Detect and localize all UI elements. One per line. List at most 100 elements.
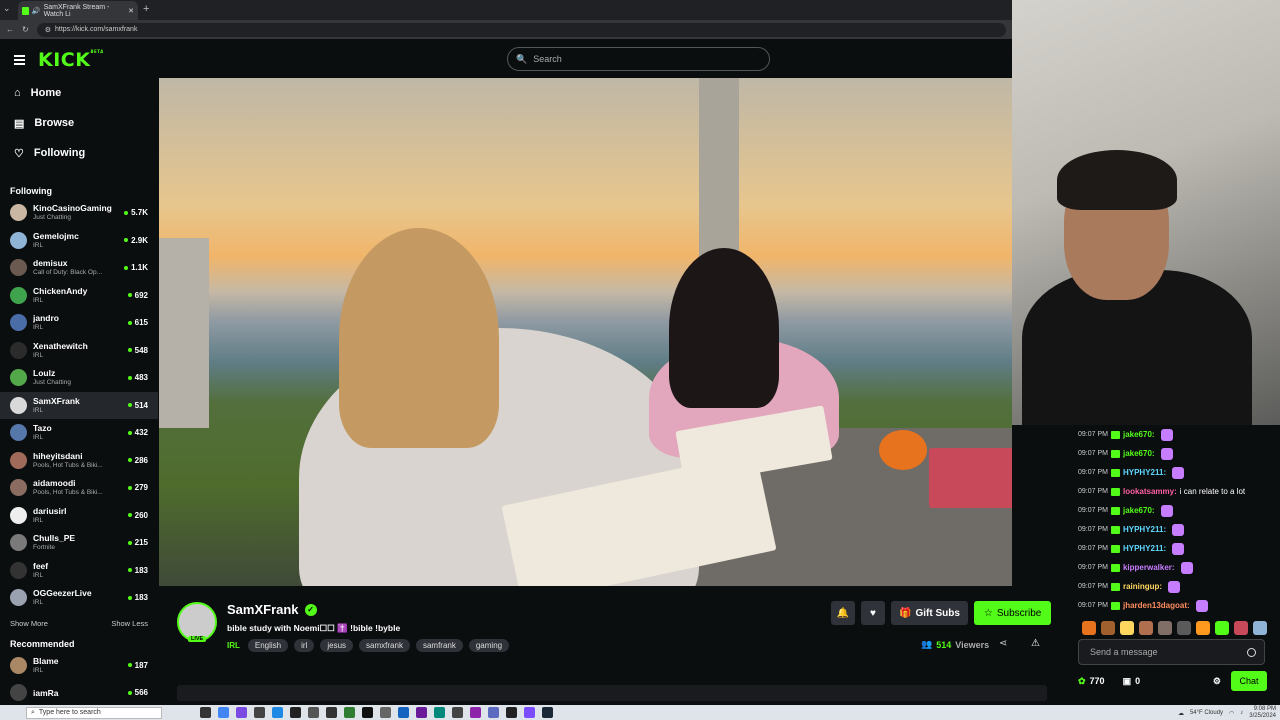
- sidebar-channel-blame[interactable]: Blame IRL 187: [0, 652, 158, 680]
- channel-points[interactable]: 770: [1090, 676, 1105, 686]
- gift-subs-button[interactable]: 🎁 Gift Subs: [891, 601, 968, 625]
- app-icon[interactable]: [542, 707, 553, 718]
- tag-jesus[interactable]: jesus: [320, 639, 354, 652]
- sidebar-channel-chickenandy[interactable]: ChickenAndy IRL 692: [0, 282, 158, 310]
- chat-username[interactable]: HYPHY211:: [1123, 468, 1166, 477]
- emote-icon[interactable]: [1196, 621, 1210, 635]
- emote-icon[interactable]: [1139, 621, 1153, 635]
- sidebar-channel-xenathewitch[interactable]: Xenathewitch IRL 548: [0, 337, 158, 365]
- hamburger-menu-icon[interactable]: [14, 55, 25, 67]
- back-icon[interactable]: ←: [6, 25, 14, 34]
- tag-english[interactable]: English: [247, 639, 289, 652]
- app-icon[interactable]: [218, 707, 229, 718]
- chat-username[interactable]: jake670:: [1123, 430, 1155, 439]
- app-icon[interactable]: [200, 707, 211, 718]
- app-icon[interactable]: [452, 707, 463, 718]
- show-less-link[interactable]: Show Less: [111, 619, 148, 628]
- emote-icon[interactable]: [1082, 621, 1096, 635]
- app-icon[interactable]: [470, 707, 481, 718]
- emote-icon[interactable]: [1120, 621, 1134, 635]
- app-icon[interactable]: [398, 707, 409, 718]
- sidebar-channel-feef[interactable]: feef IRL 183: [0, 557, 158, 585]
- clock[interactable]: 9:08 PM 3/25/2024: [1249, 706, 1276, 720]
- app-icon[interactable]: [344, 707, 355, 718]
- viewers-icon: 👥: [921, 639, 933, 649]
- emote-icon: [1160, 447, 1173, 460]
- share-icon[interactable]: ⋖: [999, 638, 1007, 649]
- sidebar-channel-chulls_pe[interactable]: Chulls_PE Fortnite 215: [0, 529, 158, 557]
- site-info-icon[interactable]: ⚙: [45, 26, 51, 34]
- chat-username[interactable]: rainingup:: [1123, 582, 1162, 591]
- chat-username[interactable]: kipperwalker:: [1123, 563, 1175, 572]
- app-icon[interactable]: [362, 707, 373, 718]
- chat-send-button[interactable]: Chat: [1231, 671, 1267, 691]
- sidebar-channel-hiheyitsdani[interactable]: hiheyitsdani Pools, Hot Tubs & Biki... 286: [0, 447, 158, 475]
- app-icon[interactable]: [308, 707, 319, 718]
- new-tab-icon[interactable]: +: [143, 3, 149, 15]
- app-icon[interactable]: [290, 707, 301, 718]
- tag-samfrank[interactable]: samfrank: [415, 639, 463, 652]
- report-warning-icon[interactable]: ⚠: [1031, 638, 1040, 649]
- volume-icon[interactable]: ♪: [1240, 710, 1243, 716]
- category-link[interactable]: IRL: [227, 641, 240, 650]
- app-icon[interactable]: [434, 707, 445, 718]
- sidebar-channel-dariusirl[interactable]: dariusirl IRL 260: [0, 502, 158, 530]
- subscribe-button[interactable]: ☆ Subscribe: [973, 601, 1052, 625]
- sidebar-channel-iamra[interactable]: iamRa 566: [0, 679, 158, 707]
- reload-icon[interactable]: ↻: [22, 25, 29, 34]
- chat-settings-icon[interactable]: ⚙: [1213, 676, 1221, 687]
- chat-username[interactable]: HYPHY211:: [1123, 525, 1166, 534]
- browser-tab[interactable]: 🔊 SamXFrank Stream - Watch Li ✕: [18, 1, 138, 20]
- nav-following[interactable]: ♡ Following: [0, 138, 158, 168]
- chat-username[interactable]: HYPHY211:: [1123, 544, 1166, 553]
- sidebar-channel-tazo[interactable]: Tazo IRL 432: [0, 419, 158, 447]
- kick-logo[interactable]: KICKBETA: [38, 49, 104, 71]
- app-icon[interactable]: [236, 707, 247, 718]
- chat-username[interactable]: jharden13dagoat:: [1123, 601, 1190, 610]
- chat-username[interactable]: jake670:: [1123, 449, 1155, 458]
- notification-bell-button[interactable]: 🔔: [831, 601, 855, 625]
- wifi-icon[interactable]: ◠: [1229, 710, 1234, 717]
- url-input[interactable]: ⚙ https://kick.com/samxfrank: [36, 22, 1006, 37]
- chat-username[interactable]: lookatsammy:: [1123, 487, 1177, 496]
- emote-icon[interactable]: [1234, 621, 1248, 635]
- emote-icon[interactable]: [1253, 621, 1267, 635]
- sidebar-channel-samxfrank[interactable]: SamXFrank IRL 514: [0, 391, 158, 419]
- tag-samxfrank[interactable]: samxfrank: [359, 639, 410, 652]
- emote-icon[interactable]: [1101, 621, 1115, 635]
- sidebar-channel-aidamoodi[interactable]: aidamoodi Pools, Hot Tubs & Biki... 279: [0, 474, 158, 502]
- tag-irl[interactable]: irl: [294, 639, 315, 652]
- sidebar-channel-oggeezerlive[interactable]: OGGeezerLive IRL 183: [0, 584, 158, 612]
- app-icon[interactable]: [272, 707, 283, 718]
- tab-list-icon[interactable]: ⌄: [3, 3, 11, 14]
- weather-text[interactable]: 54°F Cloudy: [1190, 710, 1223, 716]
- emote-icon[interactable]: [1158, 621, 1172, 635]
- close-tab-icon[interactable]: ✕: [128, 7, 134, 15]
- chat-username[interactable]: jake670:: [1123, 506, 1155, 515]
- app-icon[interactable]: [488, 707, 499, 718]
- app-icon[interactable]: [380, 707, 391, 718]
- app-icon[interactable]: [524, 707, 535, 718]
- sidebar-channel-gemelojmc[interactable]: Gemelojmc IRL 2.9K: [0, 227, 158, 255]
- sidebar-channel-demisux[interactable]: demisux Call of Duty: Black Op... 1.1K: [0, 254, 158, 282]
- sidebar-channel-jandro[interactable]: jandro IRL 615: [0, 309, 158, 337]
- follow-heart-button[interactable]: ♥: [861, 601, 885, 625]
- emote-icon[interactable]: [1215, 621, 1229, 635]
- app-icon[interactable]: [326, 707, 337, 718]
- app-icon[interactable]: [254, 707, 265, 718]
- streamer-name[interactable]: SamXFrank: [227, 602, 299, 617]
- chat-message-input[interactable]: Send a message: [1078, 639, 1265, 665]
- taskbar-search-input[interactable]: ⌕ Type here to search: [26, 706, 162, 719]
- video-player[interactable]: [159, 78, 1012, 586]
- app-icon[interactable]: [506, 707, 517, 718]
- sidebar-channel-kinocasinogaming[interactable]: KinoCasinoGaming Just Chatting 5.7K: [0, 199, 158, 227]
- app-icon[interactable]: [416, 707, 427, 718]
- search-input[interactable]: 🔍 Search: [507, 47, 770, 71]
- show-more-link[interactable]: Show More: [10, 619, 48, 628]
- sidebar-channel-loulz[interactable]: Loulz Just Chatting 483: [0, 364, 158, 392]
- emote-icon[interactable]: [1177, 621, 1191, 635]
- nav-browse[interactable]: ▤ Browse: [0, 108, 158, 138]
- emoji-picker-icon[interactable]: [1247, 648, 1256, 657]
- nav-home[interactable]: ⌂ Home: [0, 78, 158, 108]
- tag-gaming[interactable]: gaming: [468, 639, 510, 652]
